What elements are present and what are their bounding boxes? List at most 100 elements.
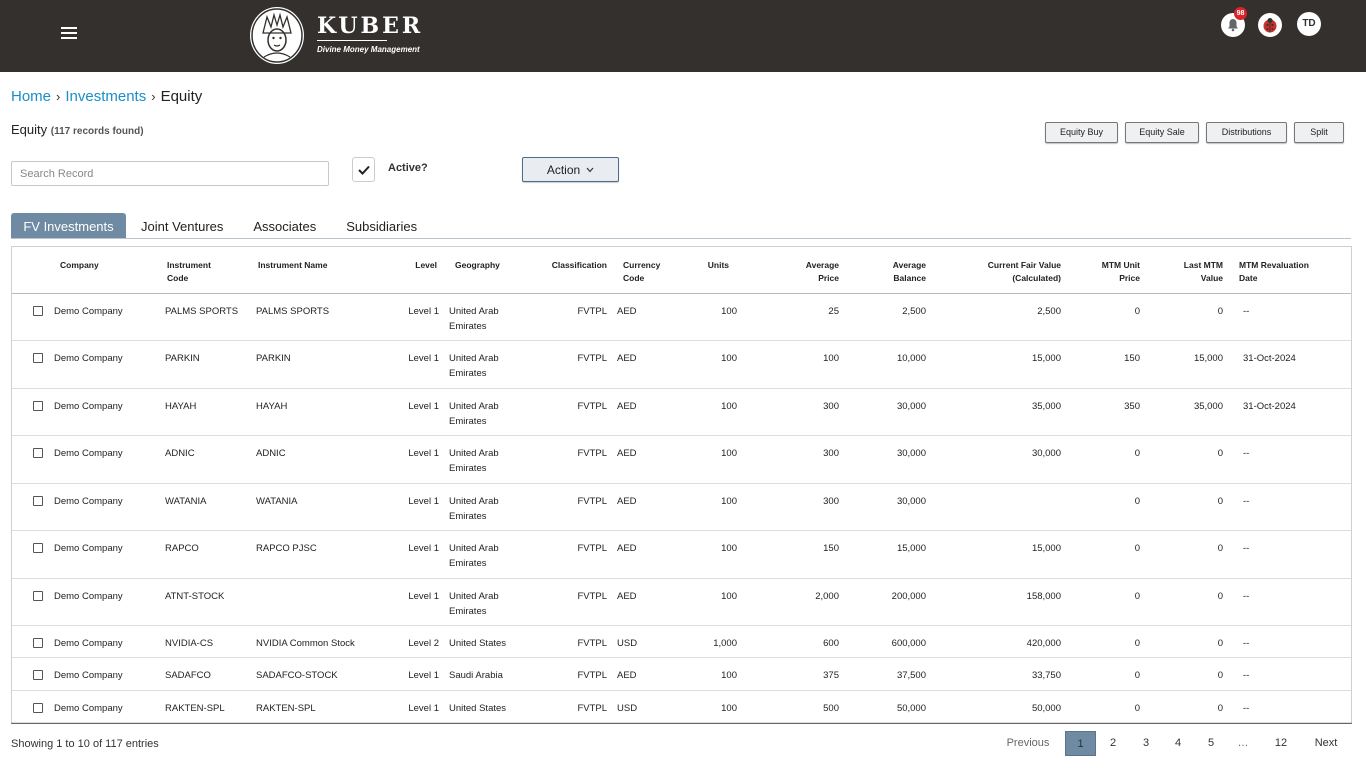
header-currency-code[interactable]: Currency Code <box>607 247 673 294</box>
cell-avg-balance: 15,000 <box>845 530 932 579</box>
user-avatar[interactable]: TD <box>1297 12 1321 36</box>
cell-code: ADNIC <box>159 435 250 484</box>
table-row[interactable]: Demo Company ADNIC ADNIC Level 1 United Arab… <box>12 435 1351 484</box>
table-row[interactable]: Demo Company RAKTEN-SPL RAKTEN-SPL Level 1U… <box>12 690 1351 724</box>
header-units[interactable]: Units <box>673 247 759 294</box>
hamburger-menu-icon[interactable] <box>61 24 77 44</box>
header-average-balance[interactable]: Average Balance <box>845 247 932 294</box>
row-checkbox[interactable] <box>32 353 43 363</box>
pagination-page-1[interactable]: 1 <box>1065 731 1096 756</box>
split-button[interactable]: Split <box>1294 122 1344 143</box>
cell-geography: United Arab Emirates <box>443 483 525 531</box>
row-checkbox[interactable] <box>32 590 43 601</box>
row-checkbox[interactable] <box>32 400 43 411</box>
table-row[interactable]: Demo Company HAYAH HAYAH Level 1 United Arab… <box>12 388 1351 436</box>
row-select-cell <box>12 435 54 484</box>
cell-avg-price: 500 <box>759 690 845 724</box>
cell-mtm-unit: 0 <box>1067 530 1146 579</box>
pagination-previous[interactable]: Previous <box>1003 731 1053 756</box>
pagination-page-5[interactable]: 5 <box>1201 731 1221 756</box>
header-mtm-revaluation-date[interactable]: MTM Revaluation Date <box>1229 247 1351 294</box>
cell-cfv: 33,750 <box>932 657 1067 691</box>
table-row[interactable]: Demo Company ATNT-STOCK Level 1 United Arab… <box>12 578 1351 626</box>
cell-avg-balance: 10,000 <box>845 340 932 389</box>
equity-sale-button[interactable]: Equity Sale <box>1125 122 1199 143</box>
header-average-price[interactable]: Average Price <box>759 247 845 294</box>
cell-cfv: 420,000 <box>932 625 1067 659</box>
pagination-page-4[interactable]: 4 <box>1168 731 1188 756</box>
tab-associates[interactable]: Associates <box>238 213 331 239</box>
equity-table: Company Instrument Code Instrument Name L… <box>11 246 1352 724</box>
row-select-cell <box>12 530 54 579</box>
pagination-page-12[interactable]: 12 <box>1269 731 1293 756</box>
cell-class: FVTPL <box>525 625 607 659</box>
cell-units: 100 <box>673 340 759 389</box>
equity-buy-button[interactable]: Equity Buy <box>1045 122 1118 143</box>
header-mtm-unit-price[interactable]: MTM Unit Price <box>1067 247 1146 294</box>
header-current-fair-value[interactable]: Current Fair Value (Calculated) <box>932 247 1067 294</box>
pagination-page-3[interactable]: 3 <box>1136 731 1156 756</box>
active-checkbox[interactable] <box>352 157 375 182</box>
row-checkbox[interactable] <box>32 305 43 316</box>
cell-cfv: 2,500 <box>932 293 1067 341</box>
tab-joint-ventures[interactable]: Joint Ventures <box>126 213 238 239</box>
cell-cfv: 50,000 <box>932 690 1067 724</box>
ladybug-icon[interactable] <box>1258 13 1282 37</box>
row-checkbox[interactable] <box>32 702 43 713</box>
tab-underline <box>11 238 1351 239</box>
breadcrumb-investments-link[interactable]: Investments <box>65 88 146 105</box>
cell-avg-balance: 37,500 <box>845 657 932 691</box>
table-row[interactable]: Demo Company NVIDIA-CS NVIDIA Common Stock… <box>12 625 1351 659</box>
search-input[interactable] <box>11 161 329 186</box>
cell-ccy: USD <box>607 625 673 659</box>
cell-name: PALMS SPORTS <box>250 293 368 341</box>
cell-company: Demo Company <box>54 388 159 436</box>
table-row[interactable]: Demo Company PALMS SPORTS PALMS SPORTS Leve… <box>12 293 1351 341</box>
breadcrumb-home-link[interactable]: Home <box>11 88 51 105</box>
cell-last-mtm: 0 <box>1146 578 1229 626</box>
cell-company: Demo Company <box>54 435 159 484</box>
row-checkbox[interactable] <box>32 543 43 553</box>
row-select-cell <box>12 690 54 724</box>
cell-ccy: AED <box>607 578 673 626</box>
cell-last-mtm: 0 <box>1146 483 1229 531</box>
header-last-mtm-value[interactable]: Last MTM Value <box>1146 247 1229 294</box>
cell-units: 100 <box>673 690 759 724</box>
header-company[interactable]: Company <box>54 247 159 294</box>
cell-name: WATANIA <box>250 483 368 531</box>
table-row[interactable]: Demo Company WATANIA WATANIA Level 1 United … <box>12 483 1351 531</box>
records-count: (117 records found) <box>50 126 144 137</box>
row-select-cell <box>12 483 54 531</box>
cell-mtm-unit: 0 <box>1067 293 1146 341</box>
cell-avg-price: 600 <box>759 625 845 659</box>
pagination-page-2[interactable]: 2 <box>1103 731 1123 756</box>
tab-fv-investments[interactable]: FV Investments <box>11 213 126 239</box>
table-entries-info: Showing 1 to 10 of 117 entries <box>11 738 159 750</box>
header-level[interactable]: Level <box>368 247 443 294</box>
row-checkbox[interactable] <box>32 495 43 506</box>
cell-ccy: AED <box>607 530 673 579</box>
cell-avg-price: 150 <box>759 530 845 579</box>
table-row[interactable]: Demo Company SADAFCO SADAFCO-STOCK Level 1S… <box>12 657 1351 691</box>
header-geography[interactable]: Geography <box>443 247 525 294</box>
row-checkbox[interactable] <box>32 670 43 681</box>
header-instrument-name[interactable]: Instrument Name <box>250 247 368 294</box>
table-row[interactable]: Demo Company RAPCO RAPCO PJSC Level 1 United… <box>12 530 1351 579</box>
header-instrument-code[interactable]: Instrument Code <box>159 247 250 294</box>
row-checkbox[interactable] <box>32 448 43 458</box>
header-select <box>12 247 54 294</box>
distributions-button[interactable]: Distributions <box>1206 122 1287 143</box>
pagination-next[interactable]: Next <box>1310 731 1342 756</box>
header-classification[interactable]: Classification <box>525 247 607 294</box>
cell-class: FVTPL <box>525 435 607 484</box>
cell-company: Demo Company <box>54 690 159 724</box>
table-row[interactable]: Demo Company PARKIN PARKIN Level 1 United Ar… <box>12 340 1351 389</box>
cell-avg-price: 375 <box>759 657 845 691</box>
cell-avg-balance: 600,000 <box>845 625 932 659</box>
row-checkbox[interactable] <box>32 638 43 648</box>
cell-cfv <box>932 483 1067 531</box>
cell-level: Level 1 <box>368 483 443 531</box>
cell-mtm-date: -- <box>1229 293 1351 341</box>
tab-subsidiaries[interactable]: Subsidiaries <box>331 213 432 239</box>
action-dropdown-button[interactable]: Action <box>522 157 619 182</box>
